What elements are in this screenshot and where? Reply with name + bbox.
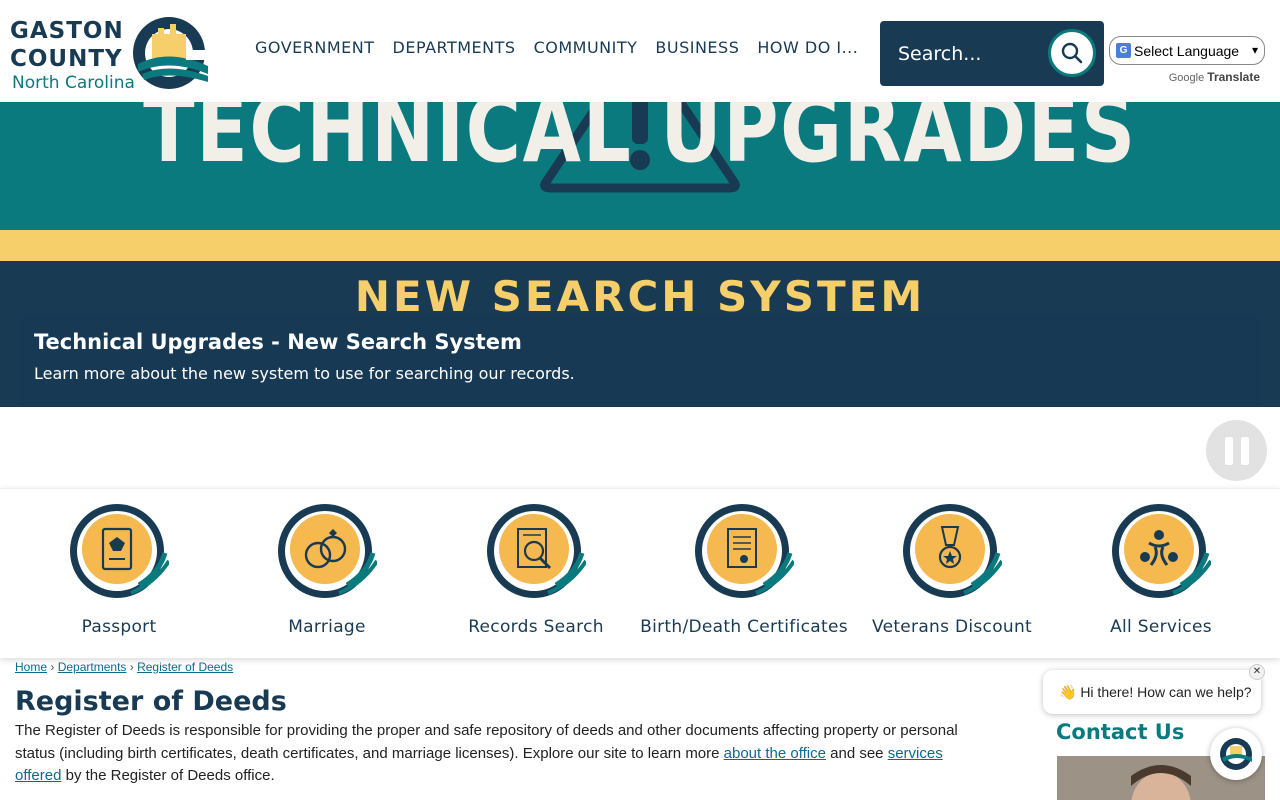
pause-icon — [1224, 436, 1233, 465]
nav-community[interactable]: COMMUNITY — [534, 38, 638, 57]
powered-translate: Translate — [1207, 70, 1260, 84]
service-records-search[interactable]: Records Search — [432, 503, 640, 637]
service-passport[interactable]: Passport — [15, 503, 223, 637]
service-label: Birth/Death Certificates — [640, 617, 848, 637]
search-box — [880, 21, 1104, 86]
contact-us-heading: Contact Us — [1056, 720, 1185, 744]
chat-close-button[interactable]: ✕ — [1249, 664, 1265, 680]
certificate-icon — [694, 503, 796, 603]
page-title: Register of Deeds — [15, 686, 287, 717]
google-translate-icon: G — [1116, 43, 1131, 58]
nav-departments[interactable]: DEPARTMENTS — [393, 38, 516, 57]
nav-how-do-i[interactable]: HOW DO I... — [757, 38, 858, 57]
site-header: GASTON COUNTY North Carolina GOVERNMENT … — [0, 0, 1280, 102]
logo-line-2: COUNTY — [10, 46, 123, 72]
breadcrumb-departments[interactable]: Departments — [58, 660, 127, 674]
service-label: All Services — [1110, 617, 1212, 637]
language-select-label: Select Language — [1134, 42, 1240, 59]
service-all-services[interactable]: All Services — [1057, 503, 1265, 637]
chat-greeting-bubble[interactable]: 👋 Hi there! How can we help? — [1043, 670, 1261, 714]
intro-paragraph: The Register of Deeds is responsible for… — [15, 720, 990, 788]
powered-by-google: Google Translate — [1109, 70, 1265, 84]
intro-text-3: by the Register of Deeds office. — [61, 767, 275, 784]
chat-greeting-text: 👋 Hi there! How can we help? — [1059, 683, 1252, 700]
powered-google: Google — [1168, 72, 1205, 84]
intro-text-2: and see — [825, 744, 888, 762]
about-office-link[interactable]: about the office — [724, 745, 826, 762]
service-label: Records Search — [468, 617, 604, 637]
pause-icon-bar — [1240, 436, 1249, 465]
breadcrumb-separator: › — [50, 660, 55, 674]
quick-services: Passport Marriage Records Search Birth/D… — [0, 488, 1280, 658]
search-button[interactable] — [1048, 29, 1096, 77]
slideshow-pause-button[interactable] — [1206, 420, 1267, 481]
banner-subhead: NEW SEARCH SYSTEM — [354, 272, 926, 321]
breadcrumb-separator: › — [129, 660, 134, 674]
banner-caption: Technical Upgrades - New Search System L… — [20, 316, 1260, 407]
caption-text: Learn more about the new system to use f… — [34, 364, 575, 383]
banner-yellow-band — [0, 230, 1280, 261]
gaston-county-logo[interactable]: GASTON COUNTY North Carolina — [10, 14, 210, 94]
breadcrumb-home[interactable]: Home — [15, 660, 47, 674]
main-nav: GOVERNMENT DEPARTMENTS COMMUNITY BUSINES… — [255, 38, 876, 57]
logo-line-1: GASTON — [10, 18, 124, 44]
service-label: Passport — [81, 617, 157, 637]
chat-launcher-button[interactable] — [1210, 728, 1262, 780]
logo-mark-icon — [133, 17, 210, 89]
search-input[interactable] — [898, 39, 1038, 69]
search-icon — [1061, 42, 1083, 64]
breadcrumb: Home › Departments › Register of Deeds — [15, 660, 233, 674]
rings-icon — [277, 503, 379, 603]
nav-government[interactable]: GOVERNMENT — [255, 38, 375, 57]
medal-icon — [902, 503, 1004, 603]
caption-title[interactable]: Technical Upgrades - New Search System — [34, 330, 522, 354]
hero-banner[interactable]: TECHNICAL UPGRADES NEW SEARCH SYSTEM Tec… — [0, 102, 1280, 407]
people-circle-icon — [1111, 503, 1213, 603]
service-birth-death-certificates[interactable]: Birth/Death Certificates — [640, 503, 848, 637]
chevron-down-icon: ▾ — [1251, 43, 1258, 57]
google-translate: G Select Language ▾ Google Translate — [1109, 36, 1265, 84]
service-label: Marriage — [288, 617, 366, 637]
service-label: Veterans Discount — [871, 617, 1033, 637]
county-chat-icon — [1220, 738, 1252, 770]
passport-icon — [69, 503, 171, 603]
nav-business[interactable]: BUSINESS — [655, 38, 739, 57]
service-marriage[interactable]: Marriage — [223, 503, 431, 637]
banner-headline: TECHNICAL UPGRADES — [143, 102, 1137, 183]
service-veterans-discount[interactable]: Veterans Discount — [848, 503, 1056, 637]
records-search-icon — [486, 503, 588, 603]
breadcrumb-register-of-deeds[interactable]: Register of Deeds — [137, 660, 233, 674]
language-select[interactable]: G Select Language ▾ — [1109, 36, 1265, 65]
logo-line-3: North Carolina — [12, 73, 135, 93]
